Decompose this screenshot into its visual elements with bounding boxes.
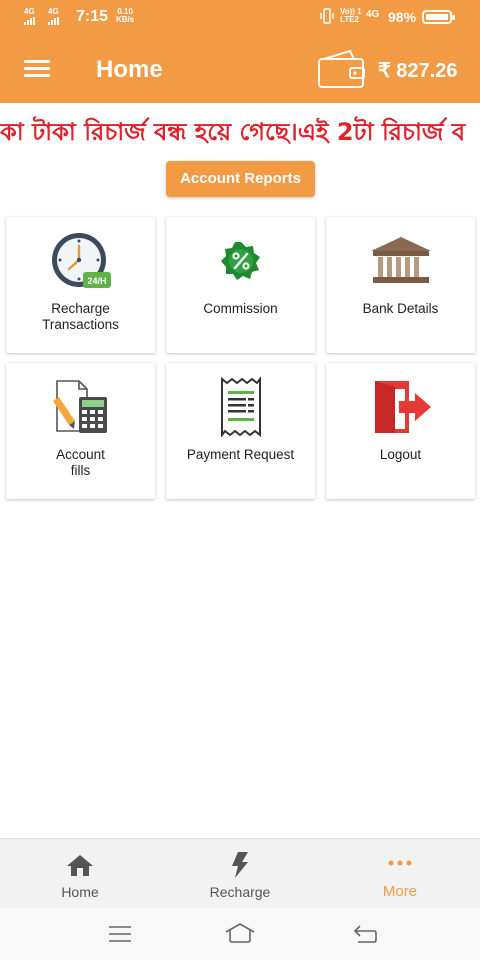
tile-label-line1: Logout	[379, 447, 422, 462]
network-speed: 0.10 KB/s	[116, 8, 134, 24]
home-icon	[67, 855, 93, 876]
battery-percent: 98%	[388, 9, 417, 25]
marquee-text: কা টাকা রিচার্জ বন্ধ হয়ে গেছে।এই 2টা রি…	[0, 118, 466, 146]
nav-home-label: Home	[61, 884, 99, 900]
tile-label: Commission	[170, 301, 311, 317]
sim1-network-label: 4G	[24, 7, 35, 16]
percent-badge-icon	[220, 242, 260, 280]
tile-label-line1: Account	[56, 447, 105, 462]
sim2-signal-icon: 4G	[48, 8, 61, 25]
tile-label-line2: fills	[70, 463, 91, 478]
tile-label: Account fills	[10, 447, 151, 479]
account-reports-button[interactable]: Account Reports	[166, 161, 315, 197]
app-header: 4G 4G 7:15 0.10 KB/s Vo)) 1 LTE2 4G 98% …	[0, 0, 480, 103]
receipt-icon	[220, 377, 261, 437]
tile-bank-details[interactable]: Bank Details	[326, 217, 475, 353]
tile-payment-request[interactable]: Payment Request	[166, 363, 315, 499]
sim2-network-label: 4G	[48, 7, 59, 16]
tile-label-line2: Transactions	[42, 317, 119, 332]
tile-label-line1: Commission	[203, 301, 278, 316]
nav-recharge[interactable]: Recharge	[160, 839, 320, 909]
logout-door-icon	[374, 381, 431, 433]
clock-badge-text: 24/H	[87, 276, 106, 286]
battery-icon	[422, 10, 455, 24]
more-dots-icon	[388, 860, 412, 866]
volte-bottom: LTE2	[340, 15, 359, 24]
system-navigation-bar	[0, 908, 480, 960]
tile-label: Recharge Transactions	[10, 301, 151, 333]
sim1-signal-icon: 4G	[24, 8, 37, 25]
vibrate-icon	[320, 8, 334, 24]
wallet-icon[interactable]	[316, 49, 368, 91]
nav-recharge-label: Recharge	[209, 884, 271, 900]
tile-label: Payment Request	[170, 447, 311, 463]
lightning-icon	[232, 852, 248, 878]
tile-label: Bank Details	[330, 301, 471, 317]
nav-more-label: More	[382, 883, 418, 900]
back-icon[interactable]	[352, 924, 378, 944]
page-title: Home	[96, 56, 163, 83]
status-time: 7:15	[76, 8, 109, 25]
calculator-document-icon	[52, 380, 107, 433]
clock-24h-icon: 24/H	[51, 233, 111, 288]
tile-label: Logout	[330, 447, 471, 463]
tile-account-fills[interactable]: Account fills	[6, 363, 155, 499]
app-screen: 4G 4G 7:15 0.10 KB/s Vo)) 1 LTE2 4G 98% …	[0, 0, 480, 960]
menu-button[interactable]	[24, 60, 50, 78]
tile-label-line1: Recharge	[51, 301, 110, 316]
tile-commission[interactable]: Commission	[166, 217, 315, 353]
tile-logout[interactable]: Logout	[326, 363, 475, 499]
wallet-balance: ₹ 827.26	[378, 60, 458, 82]
tile-recharge-transactions[interactable]: 24/H Recharge Transactions	[6, 217, 155, 353]
home-system-icon[interactable]	[224, 922, 256, 944]
battery-fill	[426, 14, 448, 20]
nav-more[interactable]: More	[320, 839, 480, 909]
bottom-navigation: Home Recharge More	[0, 838, 480, 908]
network-type: 4G	[366, 9, 380, 20]
status-bar: 4G 4G 7:15 0.10 KB/s Vo)) 1 LTE2 4G 98%	[0, 0, 480, 34]
speed-unit: KB/s	[116, 15, 135, 24]
announcement-marquee: কা টাকা রিচার্জ বন্ধ হয়ে গেছে।এই 2টা রি…	[0, 106, 480, 150]
recent-apps-icon[interactable]	[108, 925, 132, 943]
nav-home[interactable]: Home	[0, 839, 160, 909]
tile-label-line1: Payment Request	[186, 447, 295, 462]
volte-indicator: Vo)) 1 LTE2	[340, 8, 362, 24]
bank-icon	[370, 237, 431, 283]
tile-label-line1: Bank Details	[362, 301, 439, 316]
